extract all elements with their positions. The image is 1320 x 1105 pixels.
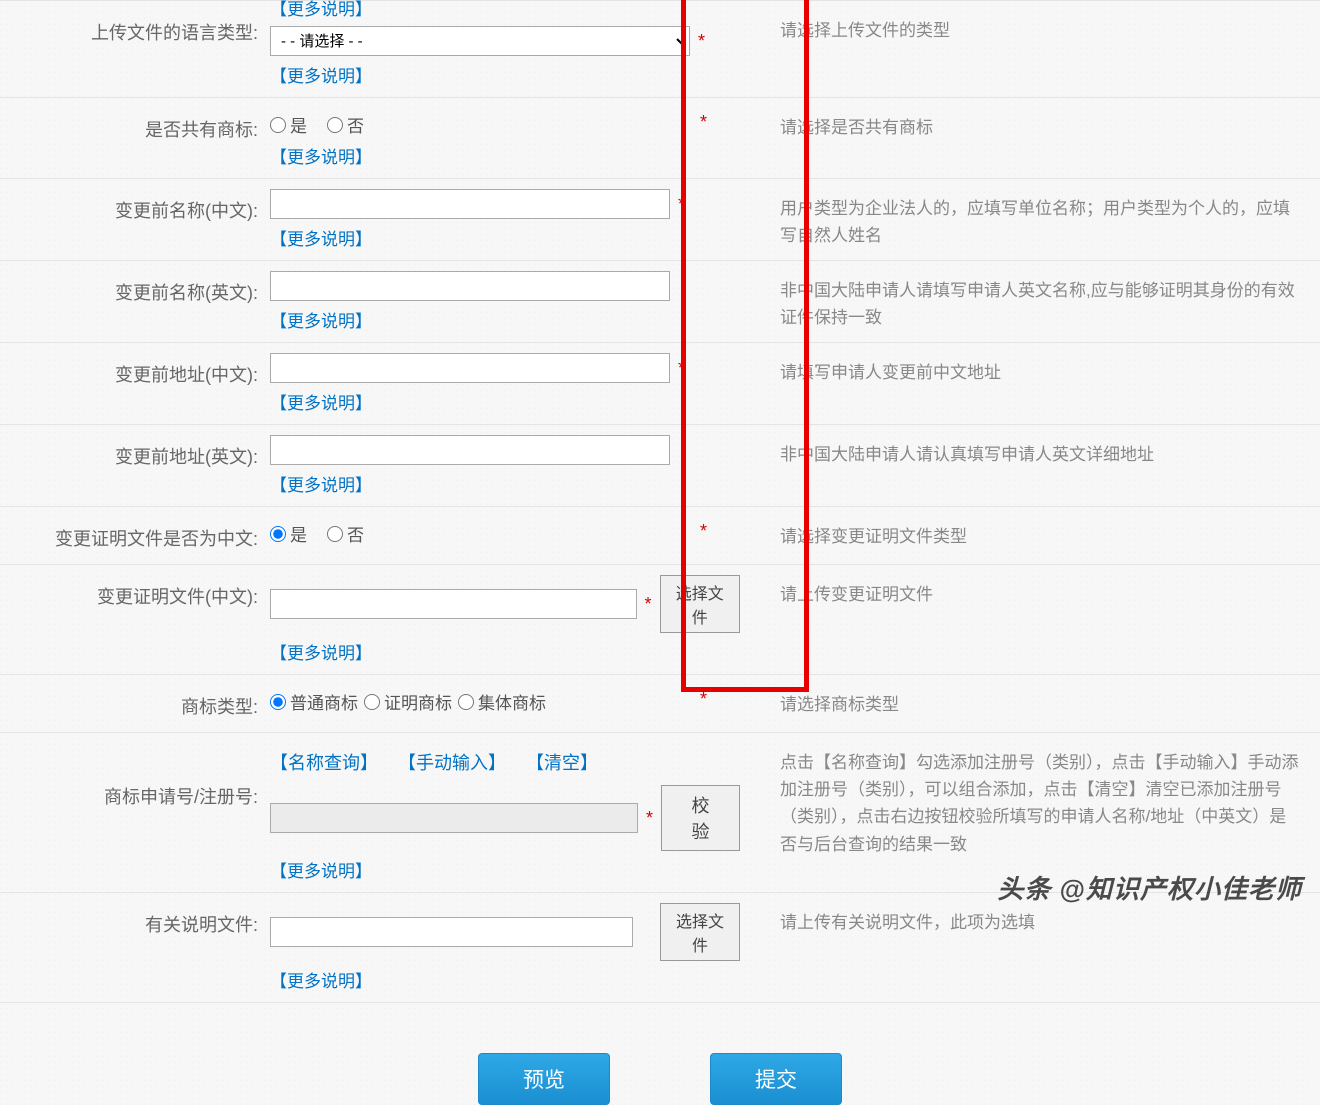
- label-addr-before-cn: 变更前地址(中文):: [0, 353, 270, 390]
- help-shared-tm: 请选择是否共有商标: [740, 108, 1320, 141]
- label-name-before-cn: 变更前名称(中文):: [0, 189, 270, 226]
- row-addr-before-cn: 变更前地址(中文): * 【更多说明】 请填写申请人变更前中文地址: [0, 343, 1320, 425]
- required-mark: *: [700, 689, 707, 710]
- more-link-top[interactable]: 【更多说明】: [270, 0, 740, 20]
- label-lang-type: 上传文件的语言类型:: [0, 11, 270, 48]
- more-link[interactable]: 【更多说明】: [270, 225, 740, 250]
- more-link[interactable]: 【更多说明】: [270, 143, 740, 168]
- row-name-before-en: 变更前名称(英文): 【更多说明】 非中国大陆申请人请填写申请人英文名称,应与能…: [0, 261, 1320, 343]
- required-mark: *: [678, 358, 685, 379]
- input-proof-file-cn[interactable]: [270, 589, 637, 619]
- required-mark: *: [700, 112, 707, 133]
- input-name-before-en[interactable]: [270, 271, 670, 301]
- label-proof-is-cn: 变更证明文件是否为中文:: [0, 517, 270, 554]
- label-related-doc: 有关说明文件:: [0, 903, 270, 940]
- select-file-button[interactable]: 选择文件: [660, 575, 740, 633]
- row-tm-type: 商标类型: 普通商标 证明商标 集体商标 * 请选择商标类型: [0, 675, 1320, 733]
- radio-shared-yes[interactable]: 是: [270, 112, 307, 137]
- preview-button[interactable]: 预览: [478, 1053, 610, 1105]
- input-addr-before-en[interactable]: [270, 435, 670, 465]
- select-file-button[interactable]: 选择文件: [660, 903, 740, 961]
- label-proof-file-cn: 变更证明文件(中文):: [0, 575, 270, 612]
- input-app-no[interactable]: [270, 803, 638, 833]
- watermark: 头条 @知识产权小佳老师: [997, 869, 1302, 906]
- submit-button[interactable]: 提交: [710, 1053, 842, 1105]
- more-link[interactable]: 【更多说明】: [270, 389, 740, 414]
- radio-tm-group[interactable]: 集体商标: [458, 689, 546, 714]
- help-name-before-cn: 用户类型为企业法人的，应填写单位名称；用户类型为个人的，应填写自然人姓名: [740, 189, 1320, 249]
- more-link[interactable]: 【更多说明】: [270, 639, 740, 664]
- row-name-before-cn: 变更前名称(中文): * 【更多说明】 用户类型为企业法人的，应填写单位名称；用…: [0, 179, 1320, 261]
- radio-shared-no[interactable]: 否: [327, 112, 364, 137]
- help-lang-type: 请选择上传文件的类型: [740, 11, 1320, 44]
- more-link[interactable]: 【更多说明】: [270, 967, 740, 992]
- label-tm-type: 商标类型:: [0, 685, 270, 722]
- row-lang-type: 上传文件的语言类型: 【更多说明】 - - 请选择 - - * 【更多说明】 请…: [0, 0, 1320, 98]
- required-mark: *: [645, 594, 652, 615]
- more-link[interactable]: 【更多说明】: [270, 62, 740, 87]
- label-shared-tm: 是否共有商标:: [0, 108, 270, 145]
- link-name-query[interactable]: 【名称查询】: [270, 749, 378, 775]
- input-name-before-cn[interactable]: [270, 189, 670, 219]
- label-addr-before-en: 变更前地址(英文):: [0, 435, 270, 472]
- help-tm-type: 请选择商标类型: [740, 685, 1320, 718]
- radio-tm-normal[interactable]: 普通商标: [270, 689, 358, 714]
- help-name-before-en: 非中国大陆申请人请填写申请人英文名称,应与能够证明其身份的有效证件保持一致: [740, 271, 1320, 331]
- row-related-doc: 有关说明文件: 选择文件 【更多说明】 请上传有关说明文件，此项为选填: [0, 893, 1320, 1003]
- label-app-no: 商标申请号/注册号:: [0, 743, 270, 812]
- select-lang-type[interactable]: - - 请选择 - -: [270, 26, 690, 56]
- more-link[interactable]: 【更多说明】: [270, 857, 740, 882]
- required-mark: *: [646, 808, 653, 829]
- footer-buttons: 预览 提交: [0, 1053, 1320, 1105]
- required-mark: *: [700, 521, 707, 542]
- more-link[interactable]: 【更多说明】: [270, 471, 740, 496]
- verify-button[interactable]: 校验: [661, 785, 740, 851]
- row-addr-before-en: 变更前地址(英文): 【更多说明】 非中国大陆申请人请认真填写申请人英文详细地址: [0, 425, 1320, 507]
- radio-tm-cert[interactable]: 证明商标: [364, 689, 452, 714]
- help-app-no: 点击【名称查询】勾选添加注册号（类别），点击【手动输入】手动添加注册号（类别），…: [740, 743, 1320, 858]
- label-name-before-en: 变更前名称(英文):: [0, 271, 270, 308]
- input-related-doc[interactable]: [270, 917, 633, 947]
- row-proof-file-cn: 变更证明文件(中文): * 选择文件 【更多说明】 请上传变更证明文件: [0, 565, 1320, 675]
- radio-proof-yes[interactable]: 是: [270, 521, 307, 546]
- required-mark: *: [678, 194, 685, 215]
- link-clear[interactable]: 【清空】: [526, 749, 598, 775]
- required-mark: *: [698, 31, 705, 52]
- link-manual-input[interactable]: 【手动输入】: [398, 749, 506, 775]
- radio-proof-no[interactable]: 否: [327, 521, 364, 546]
- help-proof-is-cn: 请选择变更证明文件类型: [740, 517, 1320, 550]
- input-addr-before-cn[interactable]: [270, 353, 670, 383]
- row-proof-is-cn: 变更证明文件是否为中文: 是 否 * 请选择变更证明文件类型: [0, 507, 1320, 565]
- row-shared-tm: 是否共有商标: 是 否 * 【更多说明】 请选择是否共有商标: [0, 98, 1320, 179]
- more-link[interactable]: 【更多说明】: [270, 307, 740, 332]
- help-addr-before-cn: 请填写申请人变更前中文地址: [740, 353, 1320, 386]
- help-addr-before-en: 非中国大陆申请人请认真填写申请人英文详细地址: [740, 435, 1320, 468]
- help-proof-file-cn: 请上传变更证明文件: [740, 575, 1320, 608]
